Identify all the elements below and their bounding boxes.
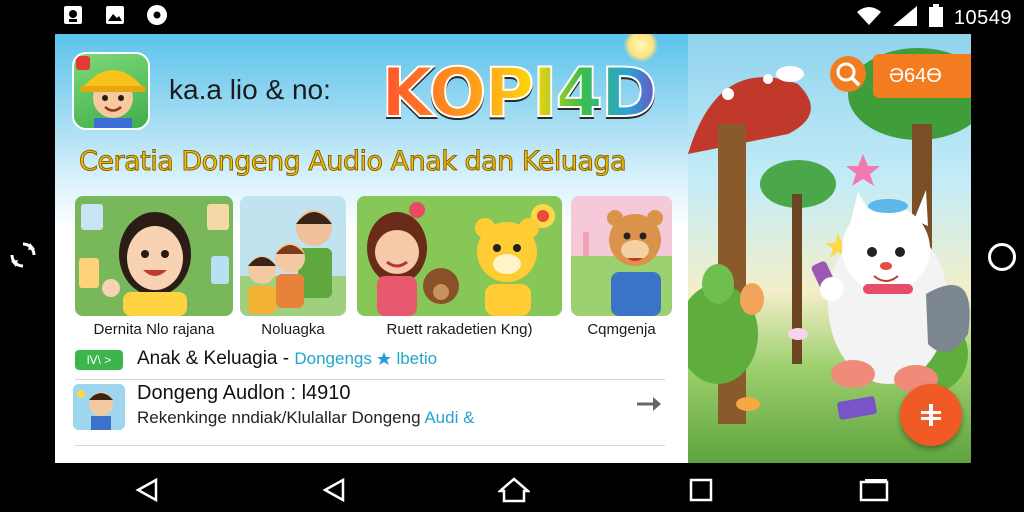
menu-icon — [921, 404, 941, 426]
menu-fab-button[interactable] — [900, 384, 962, 446]
page-subtitle: Ceratia Dongeng Audio Anak dan Keluaga — [78, 146, 627, 178]
card-label: Ruett rakadetien Kng) — [386, 321, 533, 338]
code-badge[interactable]: Ә64Ө — [873, 54, 971, 98]
home-circle-icon[interactable] — [988, 243, 1016, 271]
card-label: Dernita Nlo rajana — [93, 321, 215, 338]
list-item-title: Anak & Keluagia - Dongengs lbetio — [137, 348, 437, 372]
battery-icon — [928, 4, 944, 32]
badge-icon — [76, 56, 90, 70]
recents-icon[interactable] — [688, 477, 714, 503]
home-icon[interactable] — [496, 477, 532, 503]
app-window: ka.a lio & no: KOPI4D Ceratia Dongeng Au… — [55, 34, 971, 463]
header-tagline: ka.a lio & no: — [169, 74, 331, 105]
illustration-panel: Ә64Ө — [688, 34, 971, 463]
brand-logo: KOPI4D — [373, 52, 663, 136]
image-icon — [62, 4, 84, 26]
status-bar: 10549 — [0, 0, 1024, 32]
divider — [75, 379, 665, 380]
story-card-2[interactable] — [240, 196, 346, 316]
clock: 10549 — [953, 6, 1012, 29]
story-card-3[interactable] — [357, 196, 562, 316]
list-item[interactable]: lV\ > Anak & Keluagia - Dongengs lbetio — [75, 348, 675, 372]
search-button[interactable] — [830, 56, 866, 92]
list-item-title: Dongeng Audlon : l4910 — [137, 382, 351, 404]
arrow-right-icon[interactable] — [635, 394, 663, 414]
category-link[interactable]: Dongengs — [294, 349, 372, 368]
card-label: Cqmgenja — [587, 321, 656, 338]
divider — [75, 445, 665, 446]
gallery-icon — [104, 4, 126, 26]
back-icon[interactable] — [321, 477, 347, 503]
category-pill: lV\ > — [75, 350, 123, 370]
disc-icon — [146, 4, 168, 26]
bookmark-icon — [377, 350, 392, 372]
main-panel: ka.a lio & no: KOPI4D Ceratia Dongeng Au… — [55, 34, 688, 463]
signal-icon — [892, 5, 918, 31]
search-icon — [836, 62, 861, 87]
navigation-bar — [0, 463, 1024, 512]
window-icon[interactable] — [858, 477, 890, 503]
story-card-4[interactable] — [571, 196, 672, 316]
list-item-description: Rekenkinge nndiak/Klulallar Dongeng Audi… — [137, 408, 475, 427]
story-card-1[interactable] — [75, 196, 233, 316]
list-item[interactable]: Dongeng Audlon : l4910 Rekenkinge nndiak… — [73, 382, 673, 430]
rotate-icon[interactable] — [8, 240, 38, 270]
list-item-thumbnail — [73, 384, 125, 430]
app-icon[interactable] — [72, 52, 150, 130]
card-label: Noluagka — [261, 321, 325, 338]
wifi-icon — [856, 6, 882, 30]
back-icon[interactable] — [134, 477, 160, 503]
